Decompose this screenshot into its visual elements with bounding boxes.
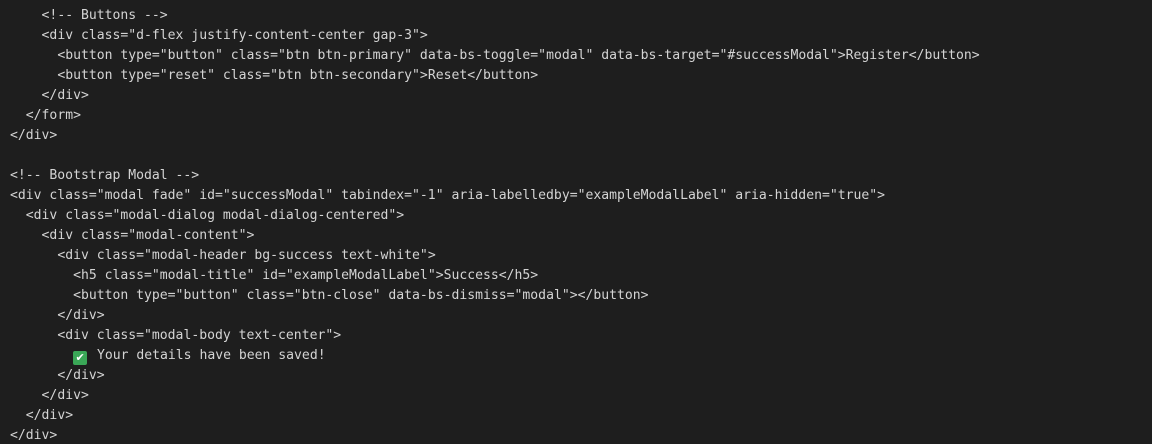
- code-line: <div class="modal-body text-center">: [0, 326, 1152, 346]
- code-line: </div>: [0, 86, 1152, 106]
- code-text: <div class="modal-dialog modal-dialog-ce…: [25, 208, 405, 223]
- code-line: </div>: [0, 406, 1152, 426]
- code-line: <div class="modal fade" id="successModal…: [0, 186, 1152, 206]
- code-text: <!-- Bootstrap Modal -->: [10, 168, 200, 183]
- code-text: <button type="button" class="btn btn-pri…: [57, 48, 980, 63]
- code-text: <div class="modal-body text-center">: [57, 328, 342, 343]
- code-text: <h5 class="modal-title" id="exampleModal…: [73, 268, 539, 283]
- check-mark-icon: ✔: [73, 351, 88, 365]
- code-text: </div>: [41, 88, 89, 103]
- code-line: <div class="modal-dialog modal-dialog-ce…: [0, 206, 1152, 226]
- code-text: </div>: [57, 308, 105, 323]
- code-line: <button type="button" class="btn btn-pri…: [0, 46, 1152, 66]
- code-text: </div>: [10, 428, 58, 443]
- code-line: </div>: [0, 386, 1152, 406]
- code-text: Your details have been saved!: [96, 348, 326, 363]
- code-line: <h5 class="modal-title" id="exampleModal…: [0, 266, 1152, 286]
- code-text: <button type="reset" class="btn btn-seco…: [57, 68, 539, 83]
- code-line: <div class="d-flex justify-content-cente…: [0, 26, 1152, 46]
- code-line: ✔ Your details have been saved!: [0, 346, 1152, 366]
- code-text: <div class="modal fade" id="successModal…: [10, 188, 886, 203]
- code-text: </div>: [25, 408, 74, 423]
- code-text: <button type="button" class="btn-close" …: [73, 288, 649, 303]
- code-editor[interactable]: <!-- Buttons --> <div class="d-flex just…: [0, 0, 1152, 444]
- code-line: <!-- Buttons -->: [0, 6, 1152, 26]
- code-text: <div class="modal-content">: [41, 228, 255, 243]
- code-text: <!-- Buttons -->: [41, 8, 168, 23]
- code-body: <!-- Buttons --> <div class="d-flex just…: [0, 6, 1152, 444]
- code-text: </div>: [41, 388, 89, 403]
- code-line: </div>: [0, 306, 1152, 326]
- code-text: <div class="modal-header bg-success text…: [57, 248, 436, 263]
- code-line: <!-- Bootstrap Modal -->: [0, 166, 1152, 186]
- code-line: <div class="modal-header bg-success text…: [0, 246, 1152, 266]
- code-line: <button type="reset" class="btn btn-seco…: [0, 66, 1152, 86]
- code-text: </div>: [10, 128, 58, 143]
- code-text: </form>: [25, 108, 81, 123]
- code-line: </div>: [0, 126, 1152, 146]
- code-text: </div>: [57, 368, 105, 383]
- code-line: <button type="button" class="btn-close" …: [0, 286, 1152, 306]
- code-line: </div>: [0, 366, 1152, 386]
- code-line: </div>: [0, 426, 1152, 444]
- code-line: <div class="modal-content">: [0, 226, 1152, 246]
- code-text: <div class="d-flex justify-content-cente…: [41, 28, 428, 43]
- code-line: </form>: [0, 106, 1152, 126]
